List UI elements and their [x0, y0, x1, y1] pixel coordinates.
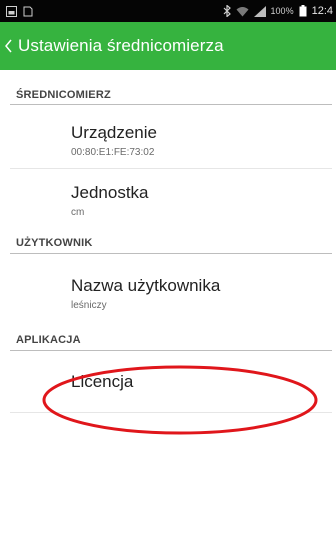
notification-icon — [23, 6, 33, 17]
pref-item-jednostka[interactable]: Jednostka cm — [0, 183, 336, 218]
status-bar: 100% 12:4 — [0, 0, 336, 22]
section-header-srednicomierz: ŚREDNICOMIERZ — [16, 89, 111, 101]
bluetooth-icon — [223, 5, 231, 17]
highlight-ellipse — [42, 365, 318, 435]
pref-item-urzadzenie[interactable]: Urządzenie 00:80:E1:FE:73:02 — [0, 123, 336, 158]
page-title[interactable]: Ustawienia średnicomierza — [18, 36, 224, 56]
pref-title: Urządzenie — [71, 123, 157, 142]
action-bar: Ustawienia średnicomierza — [0, 22, 336, 70]
battery-percent: 100% — [270, 6, 294, 16]
section-divider — [10, 350, 332, 351]
pref-summary: 00:80:E1:FE:73:02 — [71, 147, 155, 158]
screenshot-icon — [6, 5, 17, 17]
section-header-uzytkownik: UŻYTKOWNIK — [16, 237, 93, 249]
item-divider — [10, 168, 332, 169]
back-chevron-icon[interactable] — [4, 36, 16, 56]
pref-summary: cm — [71, 207, 85, 218]
pref-title: Nazwa użytkownika — [71, 276, 221, 295]
clock: 12:4 — [311, 5, 333, 17]
battery-icon — [299, 5, 307, 17]
pref-item-nazwa-uzytkownika[interactable]: Nazwa użytkownika leśniczy — [0, 276, 336, 311]
settings-list: ŚREDNICOMIERZ Urządzenie 00:80:E1:FE:73:… — [0, 70, 336, 558]
pref-title: Jednostka — [71, 183, 149, 202]
pref-summary: leśniczy — [71, 300, 107, 311]
section-divider — [10, 104, 332, 105]
wifi-icon — [236, 6, 249, 17]
signal-icon — [253, 5, 266, 17]
section-header-aplikacja: APLIKACJA — [16, 334, 81, 346]
section-divider — [10, 253, 332, 254]
